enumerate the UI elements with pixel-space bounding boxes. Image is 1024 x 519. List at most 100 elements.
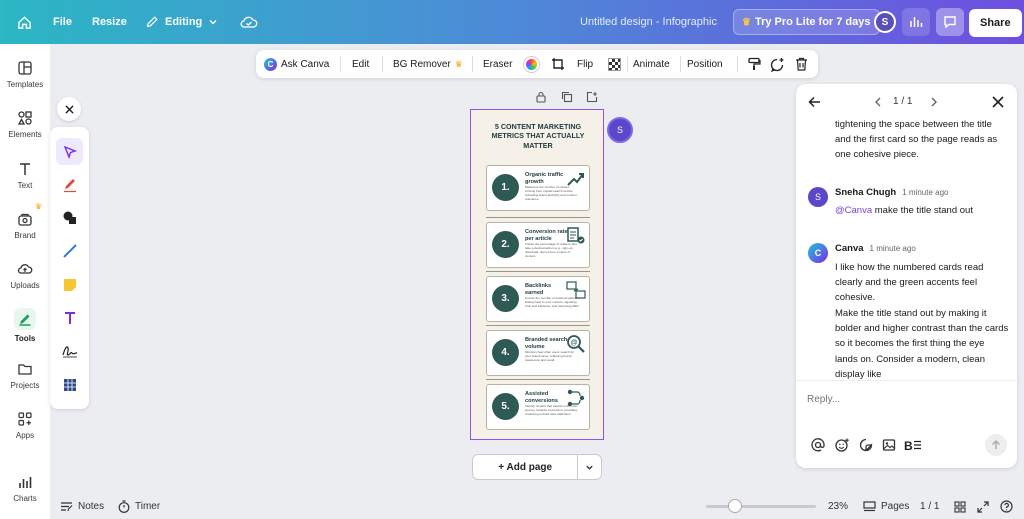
- home-button[interactable]: [17, 0, 32, 44]
- sidebar-item-charts[interactable]: Charts: [0, 474, 50, 503]
- mention-link[interactable]: @Canva: [835, 205, 872, 216]
- metric-card[interactable]: 1. Organic traffic growth Measures the n…: [486, 165, 590, 211]
- comment-time: 1 minute ago: [902, 188, 949, 197]
- comment-text: @Canva make the title stand out: [835, 203, 1009, 218]
- sidebar-item-text[interactable]: Text: [0, 161, 50, 190]
- help-button[interactable]: [1000, 494, 1013, 519]
- position-button[interactable]: Position: [687, 50, 723, 78]
- design-page[interactable]: 5 CONTENT MARKETING METRICS THAT ACTUALL…: [470, 109, 604, 440]
- sticker-button[interactable]: [859, 438, 873, 452]
- fullscreen-button[interactable]: [977, 494, 989, 519]
- flip-button[interactable]: Flip: [577, 50, 593, 78]
- zoom-level-button[interactable]: 23%: [828, 494, 848, 519]
- back-button[interactable]: [808, 96, 821, 108]
- file-menu[interactable]: File: [53, 0, 72, 44]
- pen-icon: [63, 178, 76, 192]
- sidebar-item-apps[interactable]: Apps: [0, 411, 50, 440]
- card-number: 3.: [492, 285, 519, 312]
- sidebar-item-brand[interactable]: Brand ♛: [0, 202, 50, 240]
- expand-icon: [977, 500, 989, 513]
- tools-icon: [14, 308, 36, 330]
- card-divider: [486, 217, 590, 218]
- sticky-note-tool[interactable]: [56, 271, 83, 298]
- add-page-dropdown[interactable]: [578, 463, 601, 472]
- sidebar-label: Elements: [8, 130, 42, 139]
- bg-remover-button[interactable]: BG Remover ♛: [393, 50, 463, 78]
- pen-tool[interactable]: [56, 171, 83, 198]
- share-button[interactable]: Share: [969, 9, 1022, 37]
- notes-button[interactable]: Notes: [60, 494, 104, 519]
- cloud-sync-button[interactable]: [240, 0, 258, 44]
- sidebar-item-projects[interactable]: Projects: [0, 361, 50, 390]
- add-comment-button[interactable]: [770, 50, 785, 78]
- metric-card[interactable]: 4. Branded search volume Monitors how of…: [486, 330, 590, 376]
- image-button[interactable]: [882, 438, 896, 452]
- reply-input[interactable]: Reply...: [807, 394, 840, 405]
- metric-card[interactable]: 2. Conversion rate per article Tracks th…: [486, 222, 590, 268]
- metric-card[interactable]: 3. Backlinks earned Counts the number of…: [486, 276, 590, 322]
- editing-mode-button[interactable]: Editing: [145, 0, 218, 44]
- select-tool[interactable]: [56, 138, 83, 165]
- close-icon: [64, 104, 74, 114]
- sidebar-item-elements[interactable]: Elements: [0, 110, 50, 139]
- timer-button[interactable]: Timer: [118, 494, 160, 519]
- zoom-slider-track[interactable]: [706, 505, 816, 508]
- send-reply-button[interactable]: [985, 434, 1007, 456]
- animate-button[interactable]: Animate: [633, 50, 670, 78]
- elements-icon: [17, 111, 32, 125]
- user-avatar[interactable]: S: [874, 11, 896, 33]
- comments-button[interactable]: [936, 8, 964, 36]
- sidebar-item-templates[interactable]: Templates: [0, 60, 50, 89]
- color-wheel-icon: [524, 56, 539, 72]
- grid-view-icon: [954, 500, 966, 513]
- trash-icon: [796, 57, 807, 71]
- next-thread-button[interactable]: [930, 97, 938, 107]
- comments-divider: [796, 380, 1017, 381]
- metric-card[interactable]: 5. Assisted conversions Identify content…: [486, 384, 590, 430]
- shape-tool[interactable]: [56, 204, 83, 231]
- add-page-above-button[interactable]: [586, 91, 598, 103]
- card-title: Branded search volume: [525, 337, 568, 350]
- bar-chart-icon: [910, 17, 923, 27]
- sidebar-item-tools[interactable]: Tools: [0, 308, 50, 343]
- comment-avatar: S: [808, 187, 828, 207]
- crop-button[interactable]: [551, 50, 565, 78]
- prev-thread-button[interactable]: [874, 97, 882, 107]
- design-title[interactable]: Untitled design - Infographic: [580, 0, 717, 44]
- add-page-button[interactable]: + Add page: [473, 462, 577, 473]
- copy-style-button[interactable]: [747, 50, 761, 78]
- delete-button[interactable]: [795, 50, 808, 78]
- ask-canva-button[interactable]: C Ask Canva: [264, 50, 329, 78]
- text-icon: [64, 311, 75, 324]
- help-icon: [1000, 500, 1013, 513]
- line-tool[interactable]: [56, 237, 83, 264]
- table-tool[interactable]: [56, 371, 83, 398]
- pages-icon: [863, 501, 876, 512]
- arrow-up-icon: [992, 440, 1000, 449]
- card-title: Conversion rate per article: [525, 229, 568, 242]
- infographic-title[interactable]: 5 CONTENT MARKETING METRICS THAT ACTUALL…: [479, 122, 597, 150]
- sidebar-item-uploads[interactable]: Uploads: [0, 261, 50, 290]
- comments-header: 1 / 1: [796, 84, 1017, 120]
- mention-button[interactable]: [811, 438, 825, 452]
- zoom-slider-handle[interactable]: [728, 499, 742, 513]
- transparency-button[interactable]: [608, 50, 621, 78]
- insights-button[interactable]: [902, 8, 930, 36]
- close-comments-button[interactable]: [992, 96, 1004, 108]
- edit-button[interactable]: Edit: [352, 50, 369, 78]
- pages-button[interactable]: Pages: [863, 494, 909, 519]
- duplicate-page-button[interactable]: [561, 91, 573, 103]
- close-draw-panel-button[interactable]: [57, 97, 81, 121]
- eraser-button[interactable]: Eraser: [483, 50, 512, 78]
- text-tool[interactable]: [56, 304, 83, 331]
- format-text-button[interactable]: B: [904, 438, 922, 452]
- color-adjust-button[interactable]: [524, 50, 539, 78]
- collaborator-avatar[interactable]: S: [607, 117, 633, 143]
- try-pro-button[interactable]: ♛ Try Pro Lite for 7 days: [733, 9, 880, 35]
- lock-page-button[interactable]: [535, 91, 547, 103]
- resize-menu[interactable]: Resize: [92, 0, 127, 44]
- grid-view-button[interactable]: [954, 494, 966, 519]
- cursor-icon: [63, 145, 77, 159]
- signature-tool[interactable]: [56, 337, 83, 364]
- emoji-button[interactable]: [835, 438, 849, 452]
